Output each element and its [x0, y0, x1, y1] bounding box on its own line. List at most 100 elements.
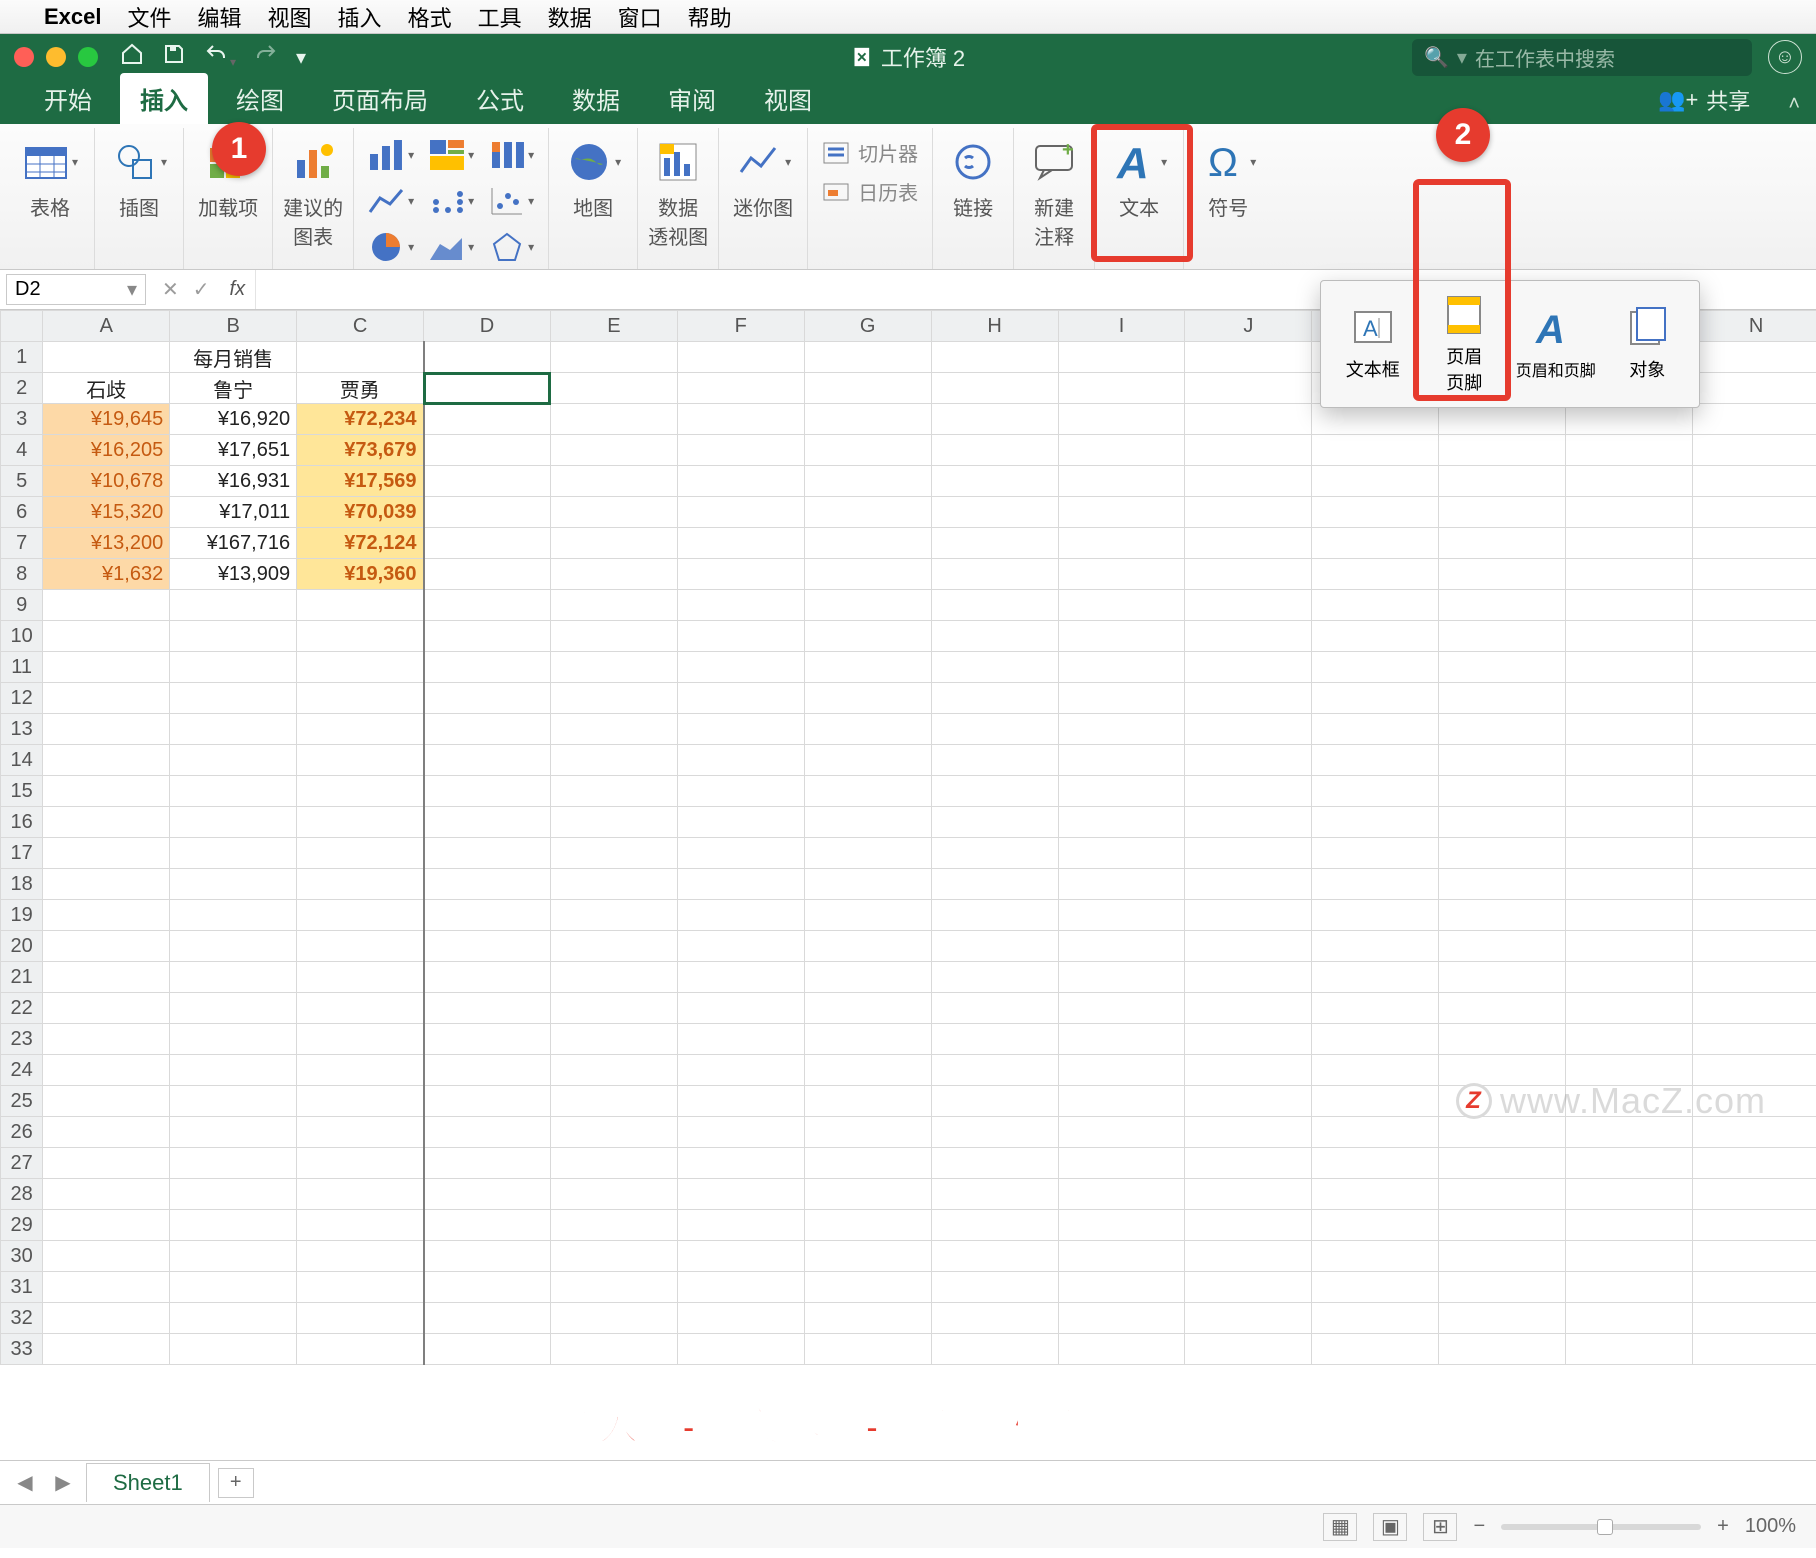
cell[interactable]	[1693, 466, 1816, 497]
cell[interactable]	[1693, 776, 1816, 807]
cell[interactable]	[1185, 1148, 1312, 1179]
cell[interactable]	[424, 1334, 551, 1365]
row-header[interactable]: 1	[1, 342, 43, 373]
cell[interactable]	[1312, 404, 1439, 435]
cell[interactable]	[1312, 1210, 1439, 1241]
cell[interactable]	[170, 1303, 297, 1334]
cell[interactable]	[677, 1055, 804, 1086]
cell[interactable]	[170, 1024, 297, 1055]
cell[interactable]	[804, 652, 931, 683]
cell[interactable]	[804, 1334, 931, 1365]
cell[interactable]	[1185, 807, 1312, 838]
cell[interactable]	[424, 714, 551, 745]
cell[interactable]	[1185, 869, 1312, 900]
cell[interactable]	[1185, 1272, 1312, 1303]
cell[interactable]	[1058, 590, 1185, 621]
cell[interactable]	[677, 683, 804, 714]
map-button[interactable]: ▾	[559, 134, 627, 190]
cell[interactable]	[1312, 1303, 1439, 1334]
cell[interactable]: ¥19,645	[43, 404, 170, 435]
name-box-dropdown-icon[interactable]: ▾	[127, 277, 137, 302]
cell[interactable]	[804, 404, 931, 435]
row-header[interactable]: 13	[1, 714, 43, 745]
cell[interactable]	[931, 404, 1058, 435]
cell[interactable]	[1058, 1272, 1185, 1303]
cell[interactable]	[1439, 1272, 1566, 1303]
cell[interactable]	[170, 993, 297, 1024]
cell[interactable]	[1185, 497, 1312, 528]
row-header[interactable]: 18	[1, 869, 43, 900]
cell[interactable]	[1058, 342, 1185, 373]
cell[interactable]	[931, 931, 1058, 962]
cell[interactable]	[43, 621, 170, 652]
cell[interactable]	[170, 807, 297, 838]
cell[interactable]	[677, 1272, 804, 1303]
cell[interactable]	[43, 900, 170, 931]
cell[interactable]	[424, 1055, 551, 1086]
cell[interactable]	[1566, 435, 1693, 466]
cell[interactable]	[550, 714, 677, 745]
cell[interactable]	[170, 776, 297, 807]
cell[interactable]	[1185, 993, 1312, 1024]
cell[interactable]	[550, 776, 677, 807]
cell[interactable]	[1439, 528, 1566, 559]
cell[interactable]	[297, 869, 424, 900]
cell[interactable]	[1312, 714, 1439, 745]
cell[interactable]	[804, 900, 931, 931]
cell[interactable]	[677, 745, 804, 776]
cell[interactable]	[550, 528, 677, 559]
cell[interactable]	[1312, 745, 1439, 776]
cell[interactable]	[804, 1272, 931, 1303]
minimize-window-icon[interactable]	[46, 47, 66, 67]
cell[interactable]: ¥16,920	[170, 404, 297, 435]
cell[interactable]	[550, 1179, 677, 1210]
cell[interactable]	[677, 435, 804, 466]
cell[interactable]	[550, 404, 677, 435]
cell[interactable]	[43, 807, 170, 838]
cell[interactable]	[1312, 1148, 1439, 1179]
cell[interactable]	[677, 528, 804, 559]
cell[interactable]	[550, 900, 677, 931]
cell[interactable]	[550, 1117, 677, 1148]
cell[interactable]	[1185, 435, 1312, 466]
cell[interactable]	[424, 1117, 551, 1148]
tab-insert[interactable]: 插入	[120, 73, 208, 124]
cell[interactable]	[43, 1055, 170, 1086]
cell[interactable]	[1058, 807, 1185, 838]
cell[interactable]	[170, 962, 297, 993]
pie-chart-icon[interactable]: ▾	[368, 226, 414, 268]
cell[interactable]	[1566, 993, 1693, 1024]
cell[interactable]	[1693, 528, 1816, 559]
col-header[interactable]: N	[1693, 311, 1816, 342]
cell[interactable]	[1185, 1055, 1312, 1086]
cell[interactable]	[1058, 1055, 1185, 1086]
cell[interactable]	[1566, 1272, 1693, 1303]
cell[interactable]	[804, 1210, 931, 1241]
page-break-view-icon[interactable]: ⊞	[1423, 1513, 1457, 1541]
cell[interactable]	[170, 931, 297, 962]
row-header[interactable]: 6	[1, 497, 43, 528]
zoom-slider[interactable]	[1501, 1524, 1701, 1530]
timeline-button[interactable]: 日历表	[822, 177, 918, 206]
cell[interactable]	[170, 1117, 297, 1148]
prev-sheet-icon[interactable]: ◀	[10, 1470, 40, 1495]
cell[interactable]	[1312, 652, 1439, 683]
cell[interactable]	[1566, 497, 1693, 528]
cell[interactable]	[804, 683, 931, 714]
cell[interactable]: ¥19,360	[297, 559, 424, 590]
col-header[interactable]: F	[677, 311, 804, 342]
cell[interactable]	[43, 1024, 170, 1055]
cell[interactable]	[1439, 621, 1566, 652]
cell[interactable]	[550, 652, 677, 683]
cell[interactable]	[297, 931, 424, 962]
cell[interactable]	[1058, 1303, 1185, 1334]
cell[interactable]	[1185, 528, 1312, 559]
cell[interactable]	[1693, 1148, 1816, 1179]
cell[interactable]	[1693, 652, 1816, 683]
cell[interactable]	[931, 652, 1058, 683]
cell[interactable]	[1566, 590, 1693, 621]
cell[interactable]	[1185, 1241, 1312, 1272]
cell[interactable]	[804, 559, 931, 590]
fx-icon[interactable]: fx	[224, 278, 246, 301]
row-header[interactable]: 5	[1, 466, 43, 497]
